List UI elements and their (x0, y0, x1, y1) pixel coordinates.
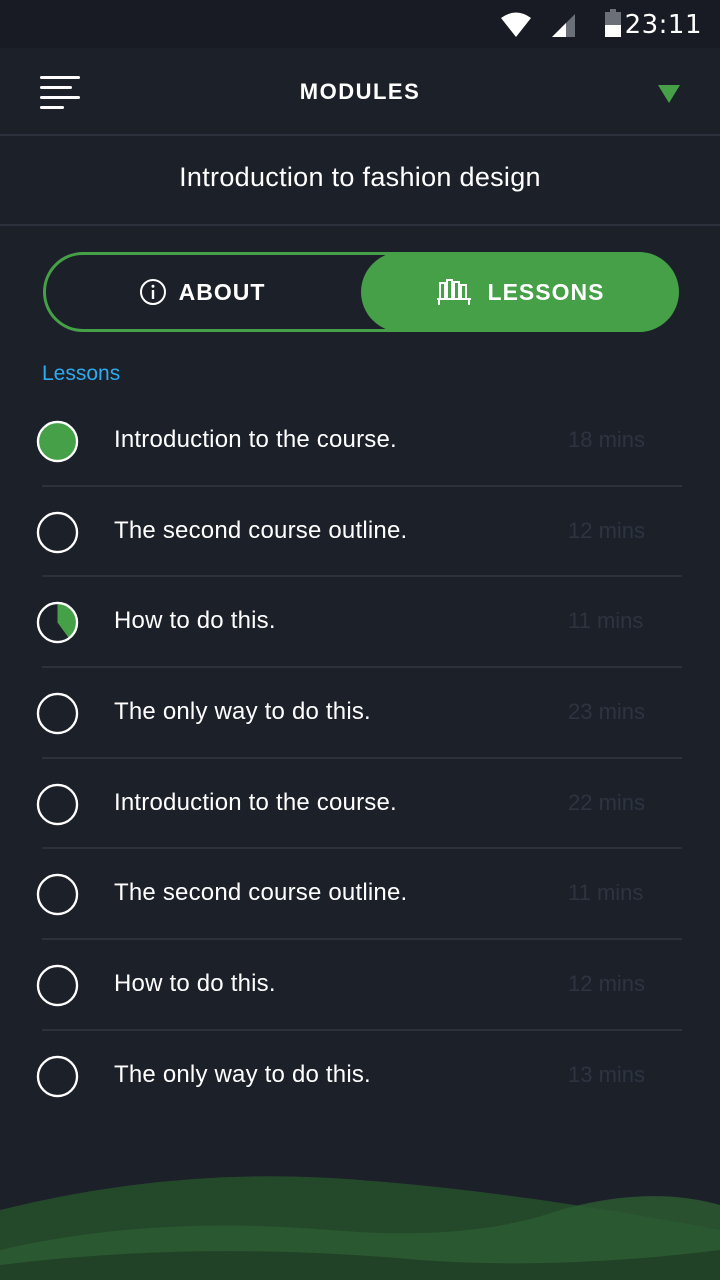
lesson-duration: 12 mins (568, 517, 646, 543)
lesson-title: How to do this. (114, 970, 276, 998)
lesson-item[interactable]: How to do this. 12 mins (0, 940, 720, 1031)
lesson-duration: 22 mins (568, 789, 646, 815)
lesson-title: The second course outline. (114, 516, 408, 544)
lesson-title: The second course outline. (114, 879, 408, 907)
lessons-list: Introduction to the course. 18 mins The … (0, 396, 720, 1122)
lesson-duration: 13 mins (568, 1061, 646, 1087)
lesson-item[interactable]: The only way to do this. 13 mins (0, 1031, 720, 1122)
lesson-title: Introduction to the course. (114, 426, 397, 453)
lesson-duration: 18 mins (568, 427, 646, 452)
modules-dropdown-button[interactable] (658, 85, 680, 108)
tab-lessons-label: LESSONS (487, 278, 605, 305)
info-icon (139, 278, 167, 306)
lesson-duration: 12 mins (568, 971, 646, 997)
cell-signal-icon (552, 14, 575, 37)
lesson-item[interactable]: The second course outline. 11 mins (0, 849, 720, 941)
lesson-title: How to do this. (114, 607, 276, 635)
course-title: Introduction to fashion design (179, 162, 541, 192)
decorative-hills (0, 1176, 720, 1280)
lesson-title: The only way to do this. (114, 1060, 371, 1088)
lesson-duration: 11 mins (568, 608, 644, 634)
progress-circle-icon (36, 602, 79, 644)
tab-lessons[interactable]: LESSONS (361, 252, 679, 332)
status-time: 23:11 (624, 10, 702, 40)
progress-circle-icon (36, 783, 79, 825)
wifi-icon (501, 12, 531, 37)
tab-about-label: ABOUT (178, 278, 266, 305)
lesson-item[interactable]: Introduction to the course. 22 mins (0, 759, 720, 850)
app-bar: MODULES (0, 48, 720, 136)
progress-circle-icon (36, 420, 79, 463)
progress-circle-icon (36, 511, 79, 553)
lesson-title: Introduction to the course. (114, 788, 397, 816)
lesson-item[interactable]: The second course outline. 12 mins (0, 487, 720, 578)
progress-circle-icon (36, 874, 79, 916)
status-bar: 23:11 (0, 0, 720, 48)
battery-icon (605, 9, 621, 37)
lesson-duration: 11 mins (568, 880, 644, 906)
lesson-duration: 23 mins (568, 699, 646, 725)
section-label-lessons: Lessons (42, 362, 121, 385)
progress-circle-icon (36, 692, 79, 735)
progress-circle-icon (36, 964, 79, 1007)
lesson-item[interactable]: How to do this. 11 mins (0, 577, 720, 669)
course-header: Introduction to fashion design (0, 136, 720, 226)
lesson-item[interactable]: Introduction to the course. 18 mins (0, 396, 720, 487)
lesson-title: The only way to do this. (114, 698, 371, 726)
segmented-tabs: ABOUT LESSONS (43, 252, 679, 332)
lesson-item[interactable]: The only way to do this. 23 mins (0, 668, 720, 759)
triangle-down-icon (658, 85, 680, 103)
tab-about[interactable]: ABOUT (43, 252, 361, 332)
progress-circle-icon (36, 1055, 79, 1098)
app-title: MODULES (299, 79, 421, 104)
library-icon (436, 278, 472, 306)
